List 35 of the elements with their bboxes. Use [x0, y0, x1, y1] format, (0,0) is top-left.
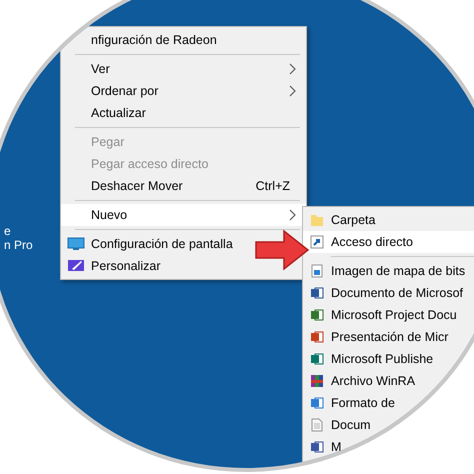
menu-item[interactable]: Microsoft Publishe — [303, 348, 444, 370]
menu-item[interactable]: Configuración de pantalla — [61, 233, 243, 255]
desktop-icon-label: e — [4, 224, 11, 238]
office-file-icon — [310, 352, 324, 366]
menu-item[interactable]: Microsoft Project Docu — [303, 304, 467, 326]
document-icon — [310, 418, 324, 432]
menu-item[interactable]: Ver — [91, 58, 306, 80]
menu-item[interactable]: Personalizar — [61, 255, 170, 277]
menu-item[interactable]: Imagen de mapa de bits — [303, 260, 474, 282]
menu-item[interactable]: Deshacer Mover Ctrl+Z — [91, 175, 306, 197]
menu-item[interactable]: Docum — [303, 414, 381, 436]
desktop-icon-label: n Pro — [4, 238, 33, 252]
menu-item[interactable]: Presentación de Micr — [303, 326, 458, 348]
menu-item[interactable]: nfiguración de Radeon — [91, 29, 227, 51]
menu-item[interactable]: Formato de — [303, 392, 405, 414]
office-file-icon — [310, 308, 324, 322]
archive-icon — [310, 374, 324, 388]
menu-item[interactable]: M — [303, 436, 352, 458]
office-file-icon — [310, 440, 324, 454]
office-file-icon — [310, 396, 324, 410]
menu-item[interactable]: Ordenar por — [91, 80, 306, 102]
menu-item[interactable]: Nuevo — [61, 204, 306, 226]
shortcut-icon — [310, 235, 324, 249]
arrow-icon — [254, 229, 310, 271]
office-file-icon — [310, 286, 324, 300]
display-icon — [67, 237, 85, 251]
menu-item[interactable]: Carpeta — [303, 209, 386, 231]
office-file-icon — [310, 330, 324, 344]
menu-item[interactable]: Actualizar — [91, 102, 156, 124]
image-file-icon — [310, 264, 324, 278]
menu-item[interactable]: Archivo WinRA — [303, 370, 426, 392]
personalize-icon — [67, 259, 85, 273]
menu-item[interactable]: Acceso directo — [303, 231, 474, 253]
folder-icon — [310, 213, 324, 227]
menu-item[interactable]: Documento de Microsof — [303, 282, 474, 304]
